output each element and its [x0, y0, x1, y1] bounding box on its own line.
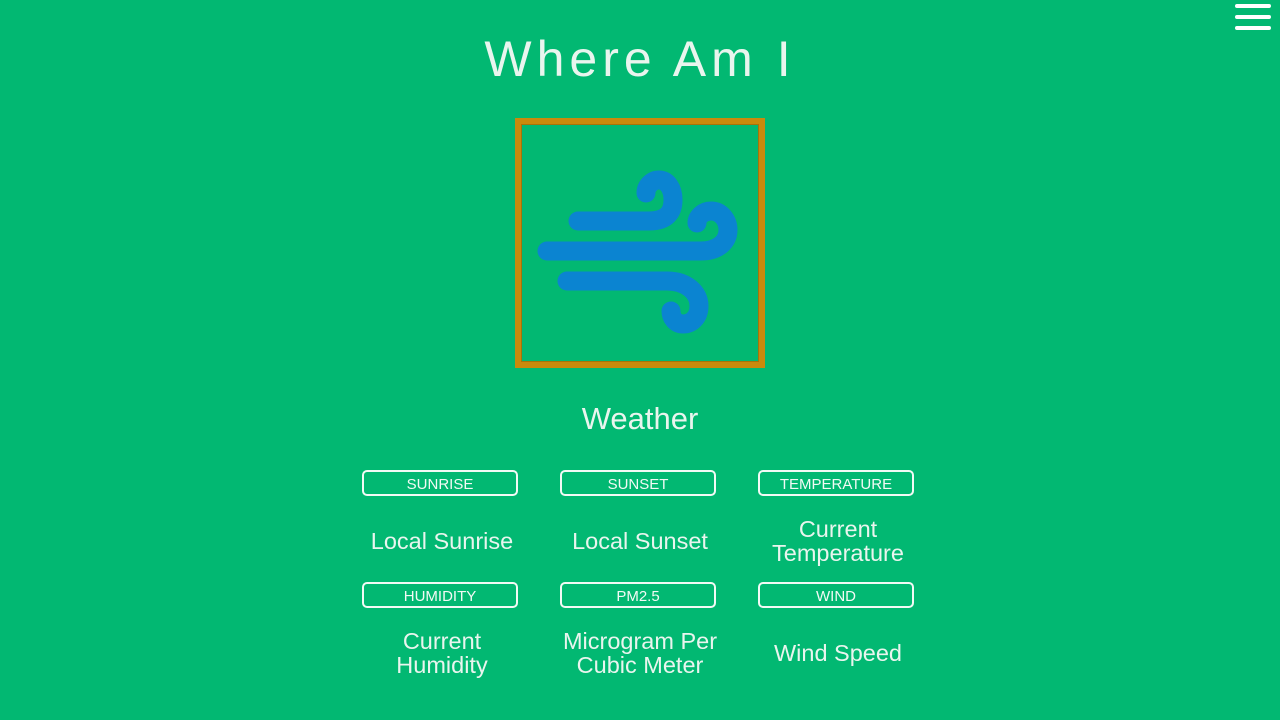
temperature-button[interactable]: TEMPERATURE: [758, 470, 914, 496]
humidity-value-text: Current Humidity: [396, 628, 488, 678]
sunset-value: Local Sunset: [572, 528, 708, 554]
sunrise-button[interactable]: SUNRISE: [362, 470, 518, 496]
app-title: Where Am I: [484, 31, 796, 87]
wind-icon: [537, 170, 738, 334]
menu-bar-middle: [1235, 15, 1271, 19]
pm25-value-text: Microgram Per Cubic Meter: [562, 628, 718, 678]
menu-bar-top: [1235, 4, 1271, 8]
temperature-value: Current Temperature: [738, 517, 938, 565]
sunrise-value: Local Sunrise: [370, 528, 514, 554]
pm25-value: Microgram Per Cubic Meter: [540, 629, 740, 677]
section-title: Weather: [581, 401, 699, 436]
pm25-button[interactable]: PM2.5: [560, 582, 716, 608]
wind-value: Wind Speed: [773, 640, 903, 666]
weather-icon-frame: [515, 118, 765, 368]
humidity-button[interactable]: HUMIDITY: [362, 582, 518, 608]
sunset-button[interactable]: SUNSET: [560, 470, 716, 496]
temperature-value-text: Current Temperature: [772, 516, 904, 566]
hamburger-menu-icon[interactable]: [1235, 4, 1271, 32]
wind-button[interactable]: WIND: [758, 582, 914, 608]
page: Where Am I Weather SUNRISE SUNSET TEMPER…: [0, 0, 1280, 720]
humidity-value: Current Humidity: [342, 629, 542, 677]
